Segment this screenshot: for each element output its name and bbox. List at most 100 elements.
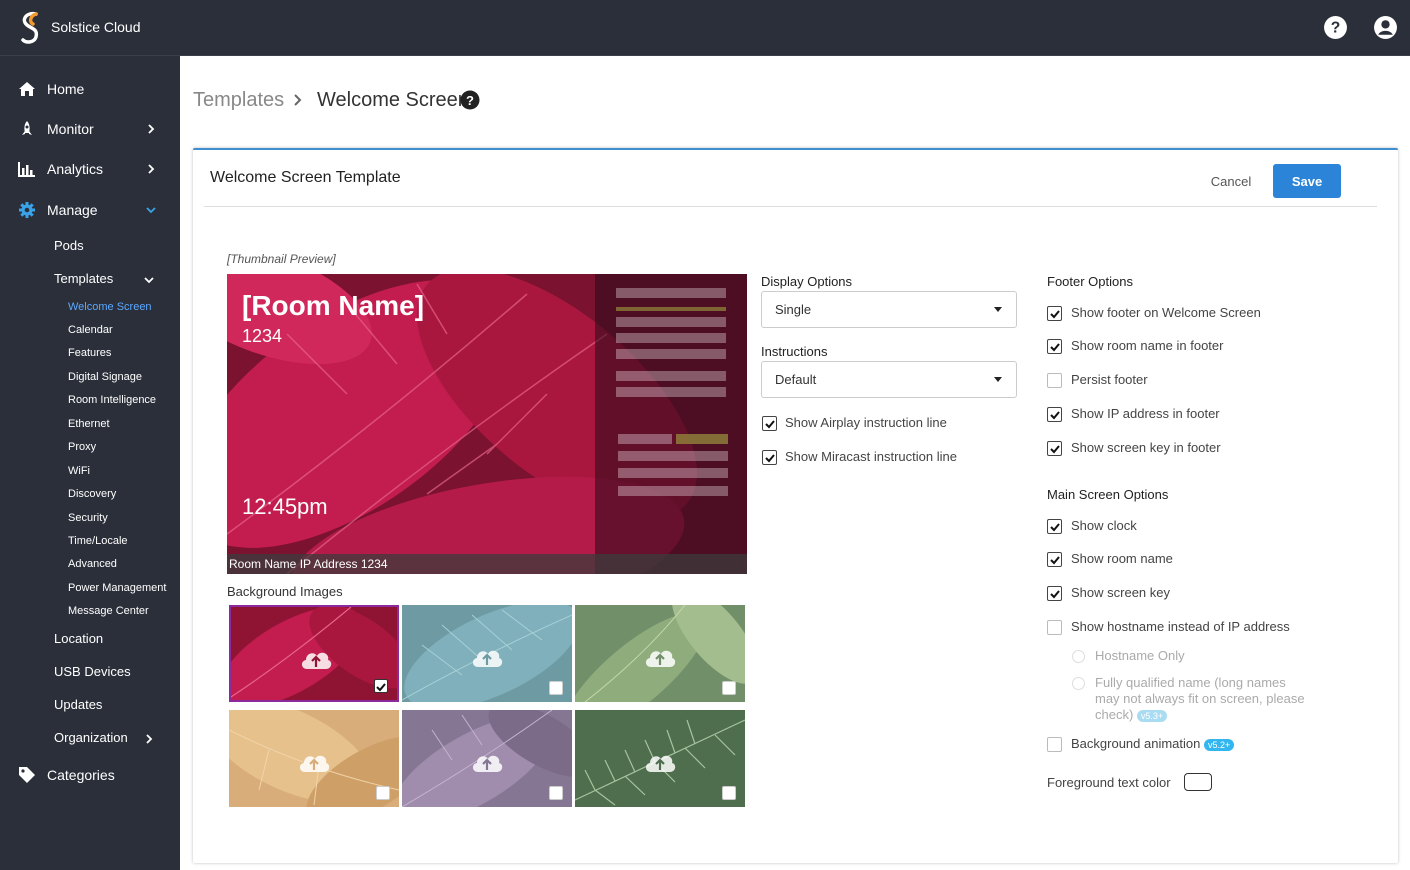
hostname-only-label: Hostname Only [1095,648,1185,663]
instructions-select[interactable]: Default [761,361,1017,398]
sidebar-item-message-center[interactable]: Message Center [68,605,149,617]
background-tile-purple[interactable] [402,710,572,807]
tile-checkbox[interactable] [374,679,388,693]
main-content: Templates Welcome Screen ? Welcome Scree… [180,56,1410,870]
help-icon[interactable]: ? [1323,15,1348,40]
solstice-logo-icon [21,11,39,44]
sidebar-item-location[interactable]: Location [54,631,103,646]
tile-checkbox[interactable] [549,786,563,800]
foreground-color-label: Foreground text color [1047,775,1171,790]
sidebar-item-templates[interactable]: Templates [54,271,113,286]
sidebar-item-room-intelligence[interactable]: Room Intelligence [68,394,156,406]
show-hostname-checkbox[interactable] [1047,620,1062,635]
persist-footer-checkbox[interactable] [1047,373,1062,388]
tag-icon [19,767,35,783]
background-tile-teal[interactable] [402,605,572,702]
sidebar-item-time-locale[interactable]: Time/Locale [68,535,128,547]
show-room-name-checkbox[interactable] [1047,552,1062,567]
sidebar-item-pods[interactable]: Pods [54,238,84,253]
show-clock-checkbox[interactable] [1047,519,1062,534]
sidebar-item-label: Categories [47,767,115,783]
template-card: Welcome Screen Template Cancel Save [Thu… [193,148,1398,863]
preview-placeholder-line [616,333,726,343]
show-footer-checkbox[interactable] [1047,306,1062,321]
sidebar-item-label: Analytics [47,161,104,177]
chevron-down-icon [144,277,154,284]
preview-footer-text: Room Name IP Address 1234 [229,557,388,571]
tile-checkbox[interactable] [549,681,563,695]
gear-icon [19,202,35,218]
svg-text:?: ? [466,93,474,108]
help-icon[interactable]: ? [460,90,480,110]
breadcrumb-templates[interactable]: Templates [193,89,284,112]
ip-footer-checkbox[interactable] [1047,407,1062,422]
preview-placeholder-line [618,434,672,444]
sidebar-item-organization[interactable]: Organization [54,730,128,745]
show-footer-label: Show footer on Welcome Screen [1071,305,1261,320]
sidebar-item-calendar[interactable]: Calendar [68,324,113,336]
footer-options-label: Footer Options [1047,274,1133,289]
sidebar-item-security[interactable]: Security [68,512,108,524]
sidebar-item-updates[interactable]: Updates [54,697,102,712]
chevron-down-icon [146,207,156,214]
sidebar-item-digital-signage[interactable]: Digital Signage [68,371,142,383]
preview-placeholder-line [616,317,726,327]
background-tile-pine[interactable] [575,710,745,807]
sidebar-item-proxy[interactable]: Proxy [68,441,96,453]
fqdn-radio[interactable] [1072,677,1085,690]
upload-cloud-icon [301,652,332,669]
preview-placeholder-line [616,371,726,381]
preview-placeholder-line [616,387,726,397]
miracast-checkbox[interactable] [762,450,777,465]
show-screen-key-checkbox[interactable] [1047,586,1062,601]
screen-key-footer-label: Show screen key in footer [1071,440,1221,455]
preview-placeholder-line [618,486,728,496]
background-tile-green[interactable] [575,605,745,702]
fqdn-label-line1: Fully qualified name (long names [1095,675,1286,690]
upload-cloud-icon [299,755,330,772]
sidebar-item-power-management[interactable]: Power Management [68,582,166,594]
preview-placeholder-line [618,468,728,478]
ip-footer-label: Show IP address in footer [1071,406,1220,421]
room-name-footer-label: Show room name in footer [1071,338,1224,353]
preview-placeholder-line [618,451,728,461]
background-animation-checkbox[interactable] [1047,737,1062,752]
sidebar-item-welcome-screen[interactable]: Welcome Screen [68,301,152,313]
cancel-button[interactable]: Cancel [1201,164,1261,198]
preview-placeholder-line [616,349,726,359]
tile-checkbox[interactable] [722,681,736,695]
upload-cloud-icon [472,650,503,667]
sidebar-item-discovery[interactable]: Discovery [68,488,116,500]
background-tile-red[interactable] [229,605,399,702]
sidebar-item-advanced[interactable]: Advanced [68,558,117,570]
screen-key-footer-checkbox[interactable] [1047,441,1062,456]
tile-checkbox[interactable] [722,786,736,800]
thumbnail-label: [Thumbnail Preview] [227,252,336,266]
main-screen-options-label: Main Screen Options [1047,487,1169,502]
instructions-label: Instructions [761,344,828,359]
caret-down-icon [994,307,1002,312]
room-name-footer-checkbox[interactable] [1047,339,1062,354]
show-clock-label: Show clock [1071,518,1137,533]
background-tile-tan[interactable] [229,710,399,807]
display-options-select[interactable]: Single [761,291,1017,328]
sidebar-item-usb-devices[interactable]: USB Devices [54,664,131,679]
sidebar-item-features[interactable]: Features [68,347,111,359]
thumbnail-preview: [Room Name] 1234 12:45pm Room Name IP Ad… [227,274,747,574]
sidebar-item-wifi[interactable]: WiFi [68,465,90,477]
chevron-right-icon [148,164,155,174]
user-account-icon[interactable] [1373,15,1398,40]
foreground-color-swatch[interactable] [1184,773,1212,791]
sidebar-item-ethernet[interactable]: Ethernet [68,418,110,430]
save-button[interactable]: Save [1273,164,1341,198]
tile-checkbox[interactable] [376,786,390,800]
upload-cloud-icon [645,755,676,772]
rocket-icon [22,121,32,135]
version-badge: v5.2+ [1203,738,1235,751]
hostname-only-radio[interactable] [1072,650,1085,663]
airplay-checkbox[interactable] [762,416,777,431]
preview-room-name: [Room Name] [242,290,425,321]
card-title: Welcome Screen Template [210,169,401,186]
miracast-label: Show Miracast instruction line [785,449,957,464]
show-screen-key-label: Show screen key [1071,585,1170,600]
